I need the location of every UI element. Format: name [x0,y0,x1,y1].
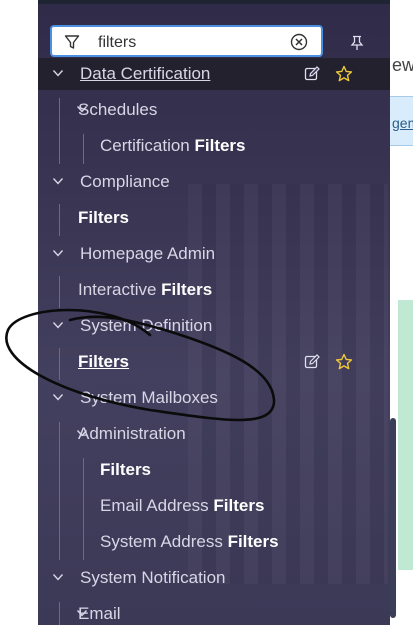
tree-item[interactable]: System Notification [38,562,390,594]
tree-item-text: System Mailboxes [80,388,218,407]
filter-search-box[interactable] [50,25,323,57]
tree-item[interactable]: Email Address Filters [38,490,390,522]
tree-item-match: Filters [100,460,152,479]
tree-item-text: Email [78,604,121,623]
page-left-margin [0,0,38,625]
tree-item-text: Administration [78,424,186,443]
tree-item-label: Administration [78,418,186,450]
tree-item[interactable]: Compliance [38,166,390,198]
tree-item-label: Certification Filters [100,130,246,162]
tree-item-text: Schedules [78,100,158,119]
tree-item[interactable]: Email [38,598,390,625]
tree-item-label: Filters [78,346,129,378]
star-icon[interactable] [335,65,353,83]
tree-item-label: Data Certification [80,58,210,90]
tree-item-text: Certification [100,136,195,155]
tree-item[interactable]: Filters [38,346,390,378]
edit-icon[interactable] [304,354,320,370]
tree-item-match: Filters [161,280,213,299]
tree-item-label: Email Address Filters [100,490,264,522]
tree-item-label: System Address Filters [100,526,279,558]
navigation-panel: Data Certification Schedules Certification… [38,4,390,625]
tree-item[interactable]: Schedules [38,94,390,126]
background-green-block [398,300,413,570]
filter-icon [64,35,80,49]
star-icon[interactable] [335,353,353,371]
tree-item[interactable]: System Mailboxes [38,382,390,414]
tree-item[interactable]: Homepage Admin [38,238,390,270]
tree-guide-line [59,276,60,308]
tree-item-text: Email Address [100,496,214,515]
background-link[interactable]: gem [392,115,413,131]
chevron-down-icon[interactable] [52,175,64,187]
tree-item-match: Filters [227,532,279,551]
tree-item[interactable]: Filters [38,202,390,234]
chevron-down-icon[interactable] [52,391,64,403]
tree-item[interactable]: Administration [38,418,390,450]
tree-item-text: Compliance [80,172,170,191]
edit-icon[interactable] [304,66,320,82]
tree-guide-line [83,458,84,560]
tree-item-match: Filters [194,136,246,155]
tree-item[interactable]: Certification Filters [38,130,390,162]
chevron-down-icon[interactable] [52,67,64,79]
chevron-down-icon[interactable] [52,319,64,331]
background-view-text: ew [392,55,413,75]
tree-guide-line [59,204,60,236]
tree-item-label: System Notification [80,562,226,594]
tree-item-text: System Notification [80,568,226,587]
tree-item-text: System Address [100,532,228,551]
tree-item[interactable]: Filters [38,454,390,486]
tree-item-label: Homepage Admin [80,238,215,270]
tree-guide-line [59,602,60,625]
tree-item-label: System Definition [80,310,212,342]
tree-item[interactable]: Data Certification [38,58,390,90]
tree-item-text: System Definition [80,316,213,335]
tree-item-label: System Mailboxes [80,382,218,414]
background-page: ew gem [390,0,413,625]
panel-scrollbar[interactable] [390,418,396,618]
tree-item[interactable]: System Definition [38,310,390,342]
tree-item-label: Interactive Filters [78,274,212,306]
tree-item-label: Email [78,598,121,625]
tree-item-text: Homepage Admin [80,244,216,263]
tree-item-text: Data Certification [80,64,211,83]
tree-item-label: Compliance [80,166,170,198]
clear-search-icon[interactable] [290,33,308,51]
tree-guide-line [59,98,60,164]
chevron-down-icon[interactable] [52,247,64,259]
tree-item[interactable]: System Address Filters [38,526,390,558]
tree-item-label: Filters [78,202,129,234]
tree-item-match: Filters [78,208,130,227]
pin-icon[interactable] [350,35,364,51]
tree-item-text: Interactive [78,280,162,299]
tree-guide-line [59,348,60,380]
tree-guide-line [59,422,60,560]
tree-item-match: Filters [213,496,265,515]
tree-guide-line [83,134,84,164]
tree-item-match: Filters [78,352,130,371]
chevron-down-icon[interactable] [52,571,64,583]
tree-item-label: Filters [100,454,151,486]
search-input[interactable] [96,32,280,54]
tree-item-label: Schedules [78,94,157,126]
tree-item[interactable]: Interactive Filters [38,274,390,306]
